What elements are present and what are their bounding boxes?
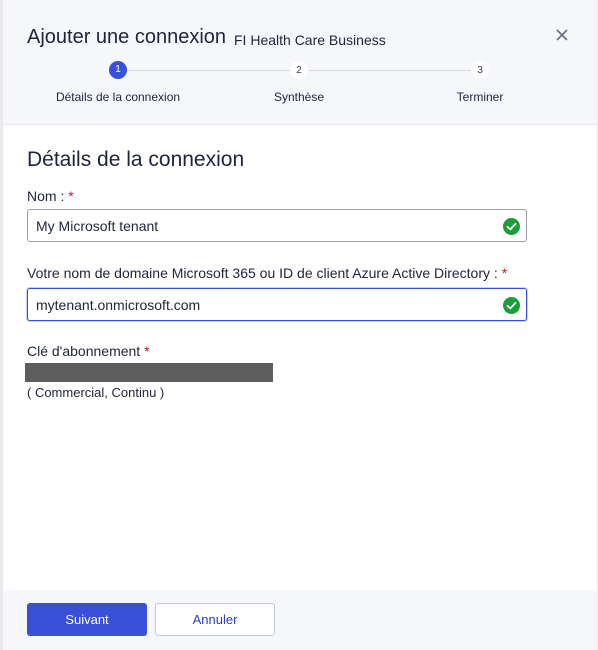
dialog-title: Ajouter une connexion bbox=[27, 26, 227, 48]
required-marker: * bbox=[68, 188, 74, 204]
step-1-indicator: 1 bbox=[109, 61, 127, 79]
stepper-connector bbox=[309, 70, 474, 71]
organization-name: FI Health Care Business bbox=[234, 32, 386, 48]
step-1-label: Détails de la connexion bbox=[55, 90, 181, 104]
domain-field-wrapper bbox=[27, 288, 527, 321]
step-3-indicator: 3 bbox=[471, 61, 489, 79]
check-circle-icon bbox=[503, 297, 520, 314]
subscription-key-redacted bbox=[25, 363, 273, 382]
step-2-indicator: 2 bbox=[290, 61, 308, 79]
step-3-label: Terminer bbox=[456, 90, 504, 104]
add-connection-dialog: Ajouter une connexion FI Health Care Bus… bbox=[3, 0, 597, 650]
stepper-connector bbox=[127, 70, 295, 71]
name-input[interactable] bbox=[28, 210, 526, 241]
subscription-label-text: Clé d'abonnement bbox=[27, 343, 141, 359]
domain-label: Votre nom de domaine Microsoft 365 ou ID… bbox=[27, 265, 507, 281]
domain-input[interactable] bbox=[28, 289, 526, 320]
required-marker: * bbox=[501, 265, 508, 281]
dialog-header: Ajouter une connexion FI Health Care Bus… bbox=[3, 0, 597, 125]
section-title: Détails de la connexion bbox=[27, 148, 245, 171]
step-2-label: Synthèse bbox=[273, 90, 325, 104]
name-label: Nom : * bbox=[27, 188, 74, 204]
cancel-button[interactable]: Annuler bbox=[155, 603, 275, 636]
check-circle-icon bbox=[503, 218, 520, 235]
domain-label-text: Votre nom de domaine Microsoft 365 ou ID… bbox=[27, 265, 498, 281]
close-icon[interactable] bbox=[551, 24, 573, 46]
next-button[interactable]: Suivant bbox=[27, 603, 147, 636]
required-marker: * bbox=[144, 343, 150, 359]
name-field-wrapper bbox=[27, 209, 527, 242]
name-label-text: Nom : bbox=[27, 188, 65, 204]
subscription-type: ( Commercial, Continu ) bbox=[27, 385, 165, 400]
subscription-label: Clé d'abonnement * bbox=[27, 343, 150, 359]
dialog-footer: Suivant Annuler bbox=[3, 590, 597, 650]
